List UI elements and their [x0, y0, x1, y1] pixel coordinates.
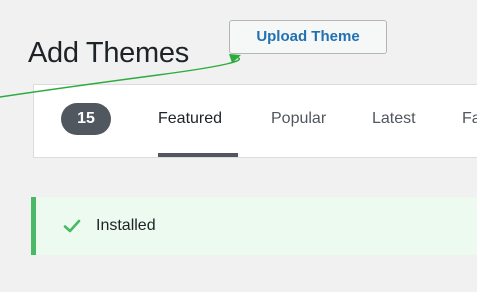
theme-count-badge: 15	[61, 103, 111, 135]
add-themes-screen: Add Themes Upload Theme 15 Featured Popu…	[0, 0, 477, 292]
page-title: Add Themes	[28, 37, 189, 70]
upload-theme-button[interactable]: Upload Theme	[229, 20, 387, 54]
notice-text: Installed	[96, 217, 156, 234]
active-tab-indicator	[158, 153, 238, 157]
installed-notice: Installed	[31, 197, 477, 255]
tab-featured[interactable]: Featured	[158, 110, 222, 128]
check-icon	[63, 219, 81, 233]
tab-popular[interactable]: Popular	[271, 110, 326, 128]
tab-favorites[interactable]: Fa	[462, 110, 477, 128]
tab-latest[interactable]: Latest	[372, 110, 416, 128]
theme-filter-bar: 15 Featured Popular Latest Fa	[33, 84, 477, 158]
